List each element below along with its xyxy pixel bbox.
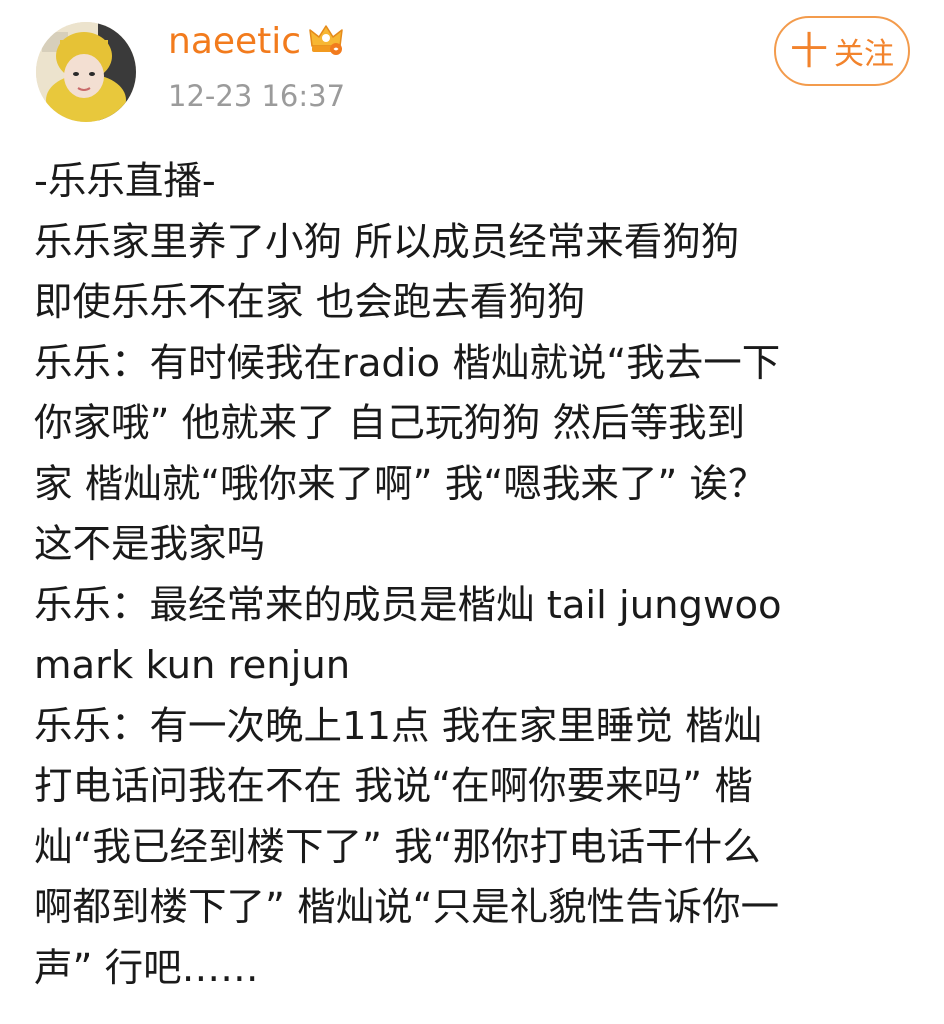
post-text-line: 你家哦” 他就来了 自己玩狗狗 然后等我到 (34, 401, 746, 446)
post-text-line: 乐乐：有一次晚上11点 我在家里睡觉 楷灿 (34, 703, 762, 749)
post-text-line: 家 楷灿就“哦你来了啊” 我“嗯我来了” 诶？ (34, 461, 767, 507)
post-text-line: 灿“我已经到楼下了” 我“那你打电话干什么 (34, 824, 761, 870)
post-text: -乐乐直播- 乐乐家里养了小狗 所以成员经常来看狗狗 即使乐乐不在家 也会跑去看… (34, 152, 914, 999)
username[interactable]: naeetic (168, 18, 301, 66)
post-text-line: 即使乐乐不在家 也会跑去看狗狗 (34, 280, 586, 325)
post-text-line: 啊都到楼下了” 楷灿说“只是礼貌性告诉你一 (34, 885, 780, 930)
crown-icon (309, 25, 343, 55)
post-text-line: 打电话问我在不在 我说“在啊你要来吗” 楷 (34, 764, 753, 809)
post-text-line: 这不是我家吗 (34, 522, 266, 567)
post-text-line: 乐乐：有时候我在radio 楷灿就说“我去一下 (34, 340, 781, 386)
plus-icon: 十 (789, 29, 828, 73)
follow-button-label: 关注 (834, 37, 894, 72)
post-text-line: 乐乐家里养了小狗 所以成员经常来看狗狗 (34, 219, 740, 265)
post-text-line: 声” 行吧…… (34, 945, 259, 991)
post-text-line: mark kun renjun (34, 643, 351, 688)
follow-button[interactable]: 十 关注 (774, 16, 910, 86)
post-text-line: -乐乐直播- (34, 159, 216, 204)
post-timestamp: 12-23 16:37 (168, 79, 346, 113)
avatar[interactable] (36, 22, 136, 122)
post-text-line: 乐乐：最经常来的成员是楷灿 tail jungwoo (34, 582, 782, 628)
